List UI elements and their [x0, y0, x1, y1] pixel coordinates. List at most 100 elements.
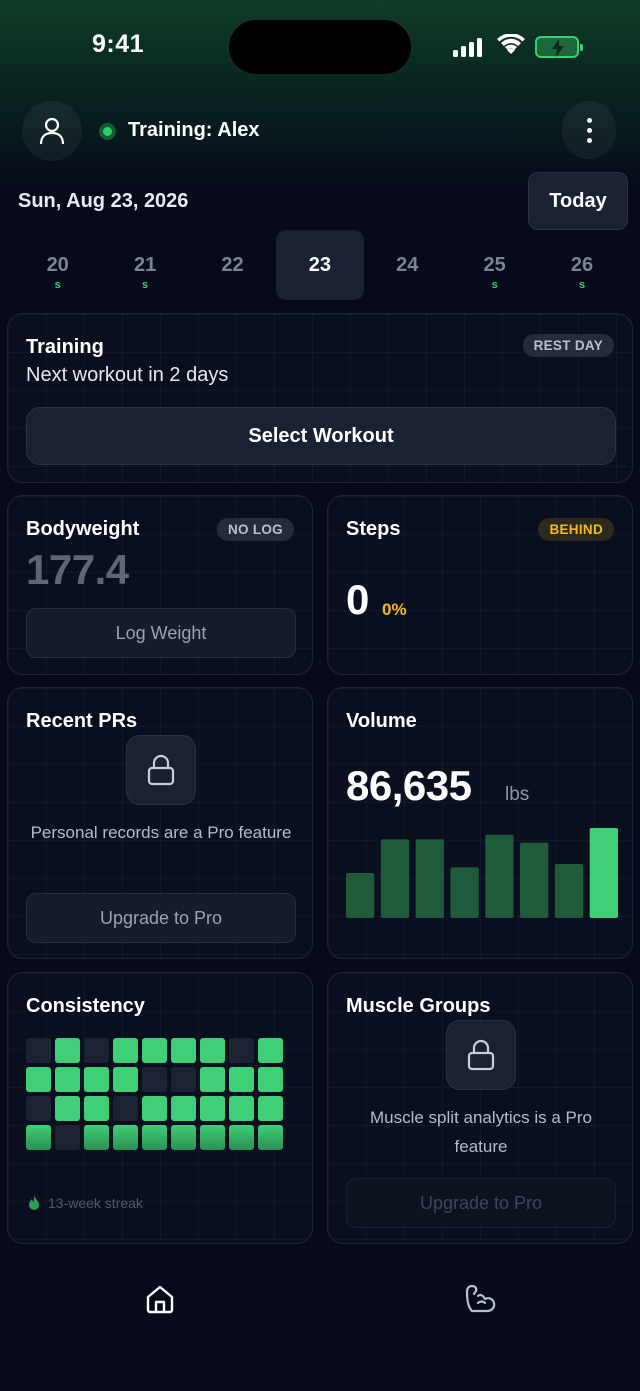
- streak-label: 13-week streak: [48, 1195, 143, 1211]
- training-card: Training Next workout in 2 days REST DAY…: [7, 313, 633, 483]
- heatmap-cell: [258, 1096, 283, 1121]
- heatmap-cell: [55, 1125, 80, 1150]
- select-workout-button[interactable]: Select Workout: [26, 407, 616, 465]
- upgrade-pro-button[interactable]: Upgrade to Pro: [346, 1178, 616, 1228]
- volume-bar: [380, 839, 410, 918]
- recent-prs-title: Recent PRs: [26, 710, 138, 732]
- heatmap-cell: [26, 1096, 51, 1121]
- steps-percent: 0%: [382, 600, 407, 619]
- dot: [586, 117, 592, 123]
- heatmap-cell: [229, 1125, 254, 1150]
- heatmap-cell: [258, 1038, 283, 1063]
- heatmap-cell: [84, 1125, 109, 1150]
- steps-title: Steps: [346, 518, 401, 540]
- volume-bar: [450, 867, 479, 918]
- bottom-nav: [0, 1260, 640, 1391]
- training-title: Training: [26, 336, 104, 358]
- consistency-title: Consistency: [26, 995, 145, 1017]
- volume-unit: lbs: [505, 784, 530, 805]
- wifi-icon: [497, 34, 525, 54]
- day-20[interactable]: 20 s: [14, 230, 101, 300]
- heatmap-cell: [26, 1125, 51, 1150]
- steps-value: 0: [346, 576, 370, 623]
- heatmap-cell: [200, 1096, 225, 1121]
- no-log-badge: NO LOG: [216, 518, 294, 541]
- heatmap-cell: [171, 1038, 196, 1063]
- heatmap-cell: [229, 1038, 254, 1063]
- volume-bar: [415, 839, 444, 918]
- volume-title: Volume: [346, 710, 417, 732]
- lock-icon: [467, 1039, 495, 1071]
- rest-day-badge: REST DAY: [522, 334, 614, 357]
- day-mark: s: [142, 279, 149, 291]
- selected-date: Sun, Aug 23, 2026: [18, 190, 189, 212]
- day-25[interactable]: 25 s: [451, 230, 538, 300]
- pro-lock: [446, 1020, 516, 1090]
- day-22[interactable]: 22: [189, 230, 276, 300]
- volume-bar: [554, 864, 584, 918]
- pro-feature-text: Personal records are a Pro feature: [30, 823, 292, 842]
- week-strip: 20 s 21 s 22 23 24 25 s 26 s: [14, 230, 626, 300]
- muscle-groups-title: Muscle Groups: [346, 995, 491, 1017]
- volume-card[interactable]: Volume 86,635 lbs: [327, 687, 633, 959]
- bicep-icon: [465, 1284, 496, 1313]
- upgrade-pro-button[interactable]: Upgrade to Pro: [26, 893, 296, 943]
- day-21[interactable]: 21 s: [101, 230, 188, 300]
- heatmap-cell: [113, 1038, 138, 1063]
- day-mark: s: [491, 279, 498, 291]
- more-options-button[interactable]: [562, 101, 616, 159]
- day-24[interactable]: 24: [364, 230, 451, 300]
- heatmap-cell: [142, 1038, 167, 1063]
- pro-feature-text: Muscle split analytics is a Pro feature: [369, 1108, 593, 1156]
- today-button[interactable]: Today: [528, 172, 628, 230]
- home-icon: [146, 1285, 174, 1314]
- pro-lock: [126, 735, 196, 805]
- recent-prs-card: Recent PRs Personal records are a Pro fe…: [7, 687, 313, 959]
- heatmap-cell: [200, 1067, 225, 1092]
- profile-button[interactable]: [22, 101, 82, 161]
- flame-icon: [29, 1195, 39, 1210]
- day-number: 25: [483, 254, 506, 276]
- heatmap-cell: [200, 1125, 225, 1150]
- dot: [586, 127, 592, 133]
- day-number: 23: [308, 254, 331, 276]
- signal-icon: [453, 37, 482, 57]
- heatmap-cell: [26, 1038, 51, 1063]
- day-26[interactable]: 26 s: [538, 230, 625, 300]
- nav-home[interactable]: [135, 1274, 185, 1324]
- training-client-label: Training: Alex: [128, 119, 260, 141]
- heatmap-cell: [142, 1096, 167, 1121]
- training-subtitle: Next workout in 2 days: [26, 364, 229, 386]
- heatmap-cell: [171, 1067, 196, 1092]
- heatmap-cell: [200, 1038, 225, 1063]
- muscle-groups-card: Muscle Groups Muscle split analytics is …: [327, 972, 633, 1244]
- heatmap-cell: [171, 1096, 196, 1121]
- day-number: 20: [46, 254, 69, 276]
- log-weight-button[interactable]: Log Weight: [26, 608, 296, 658]
- heatmap-cell: [229, 1067, 254, 1092]
- steps-card[interactable]: Steps BEHIND 0 0%: [327, 495, 633, 675]
- heatmap-cell: [55, 1096, 80, 1121]
- volume-bar: [589, 828, 618, 918]
- volume-bar: [346, 873, 375, 918]
- heatmap-cell: [258, 1125, 283, 1150]
- heatmap-cell: [113, 1125, 138, 1150]
- status-dot-icon: [99, 123, 116, 140]
- app-screen: 9:41 Training: Alex Sun, Aug 23, 2026 To…: [0, 0, 640, 1391]
- day-number: 26: [570, 254, 594, 276]
- heatmap-cell: [229, 1096, 254, 1121]
- day-number: 24: [396, 254, 419, 276]
- user-icon: [39, 117, 65, 145]
- day-23[interactable]: 23: [276, 230, 364, 300]
- consistency-heatmap: [26, 1038, 283, 1150]
- heatmap-cell: [171, 1125, 196, 1150]
- heatmap-cell: [258, 1067, 283, 1092]
- nav-workouts[interactable]: [455, 1274, 505, 1324]
- heatmap-cell: [84, 1096, 109, 1121]
- day-number: 21: [133, 254, 157, 276]
- bodyweight-card[interactable]: Bodyweight NO LOG 177.4 Log Weight: [7, 495, 313, 675]
- dot: [586, 137, 592, 143]
- heatmap-cell: [55, 1038, 80, 1063]
- heatmap-cell: [113, 1067, 138, 1092]
- consistency-card[interactable]: Consistency 13-week streak: [7, 972, 313, 1244]
